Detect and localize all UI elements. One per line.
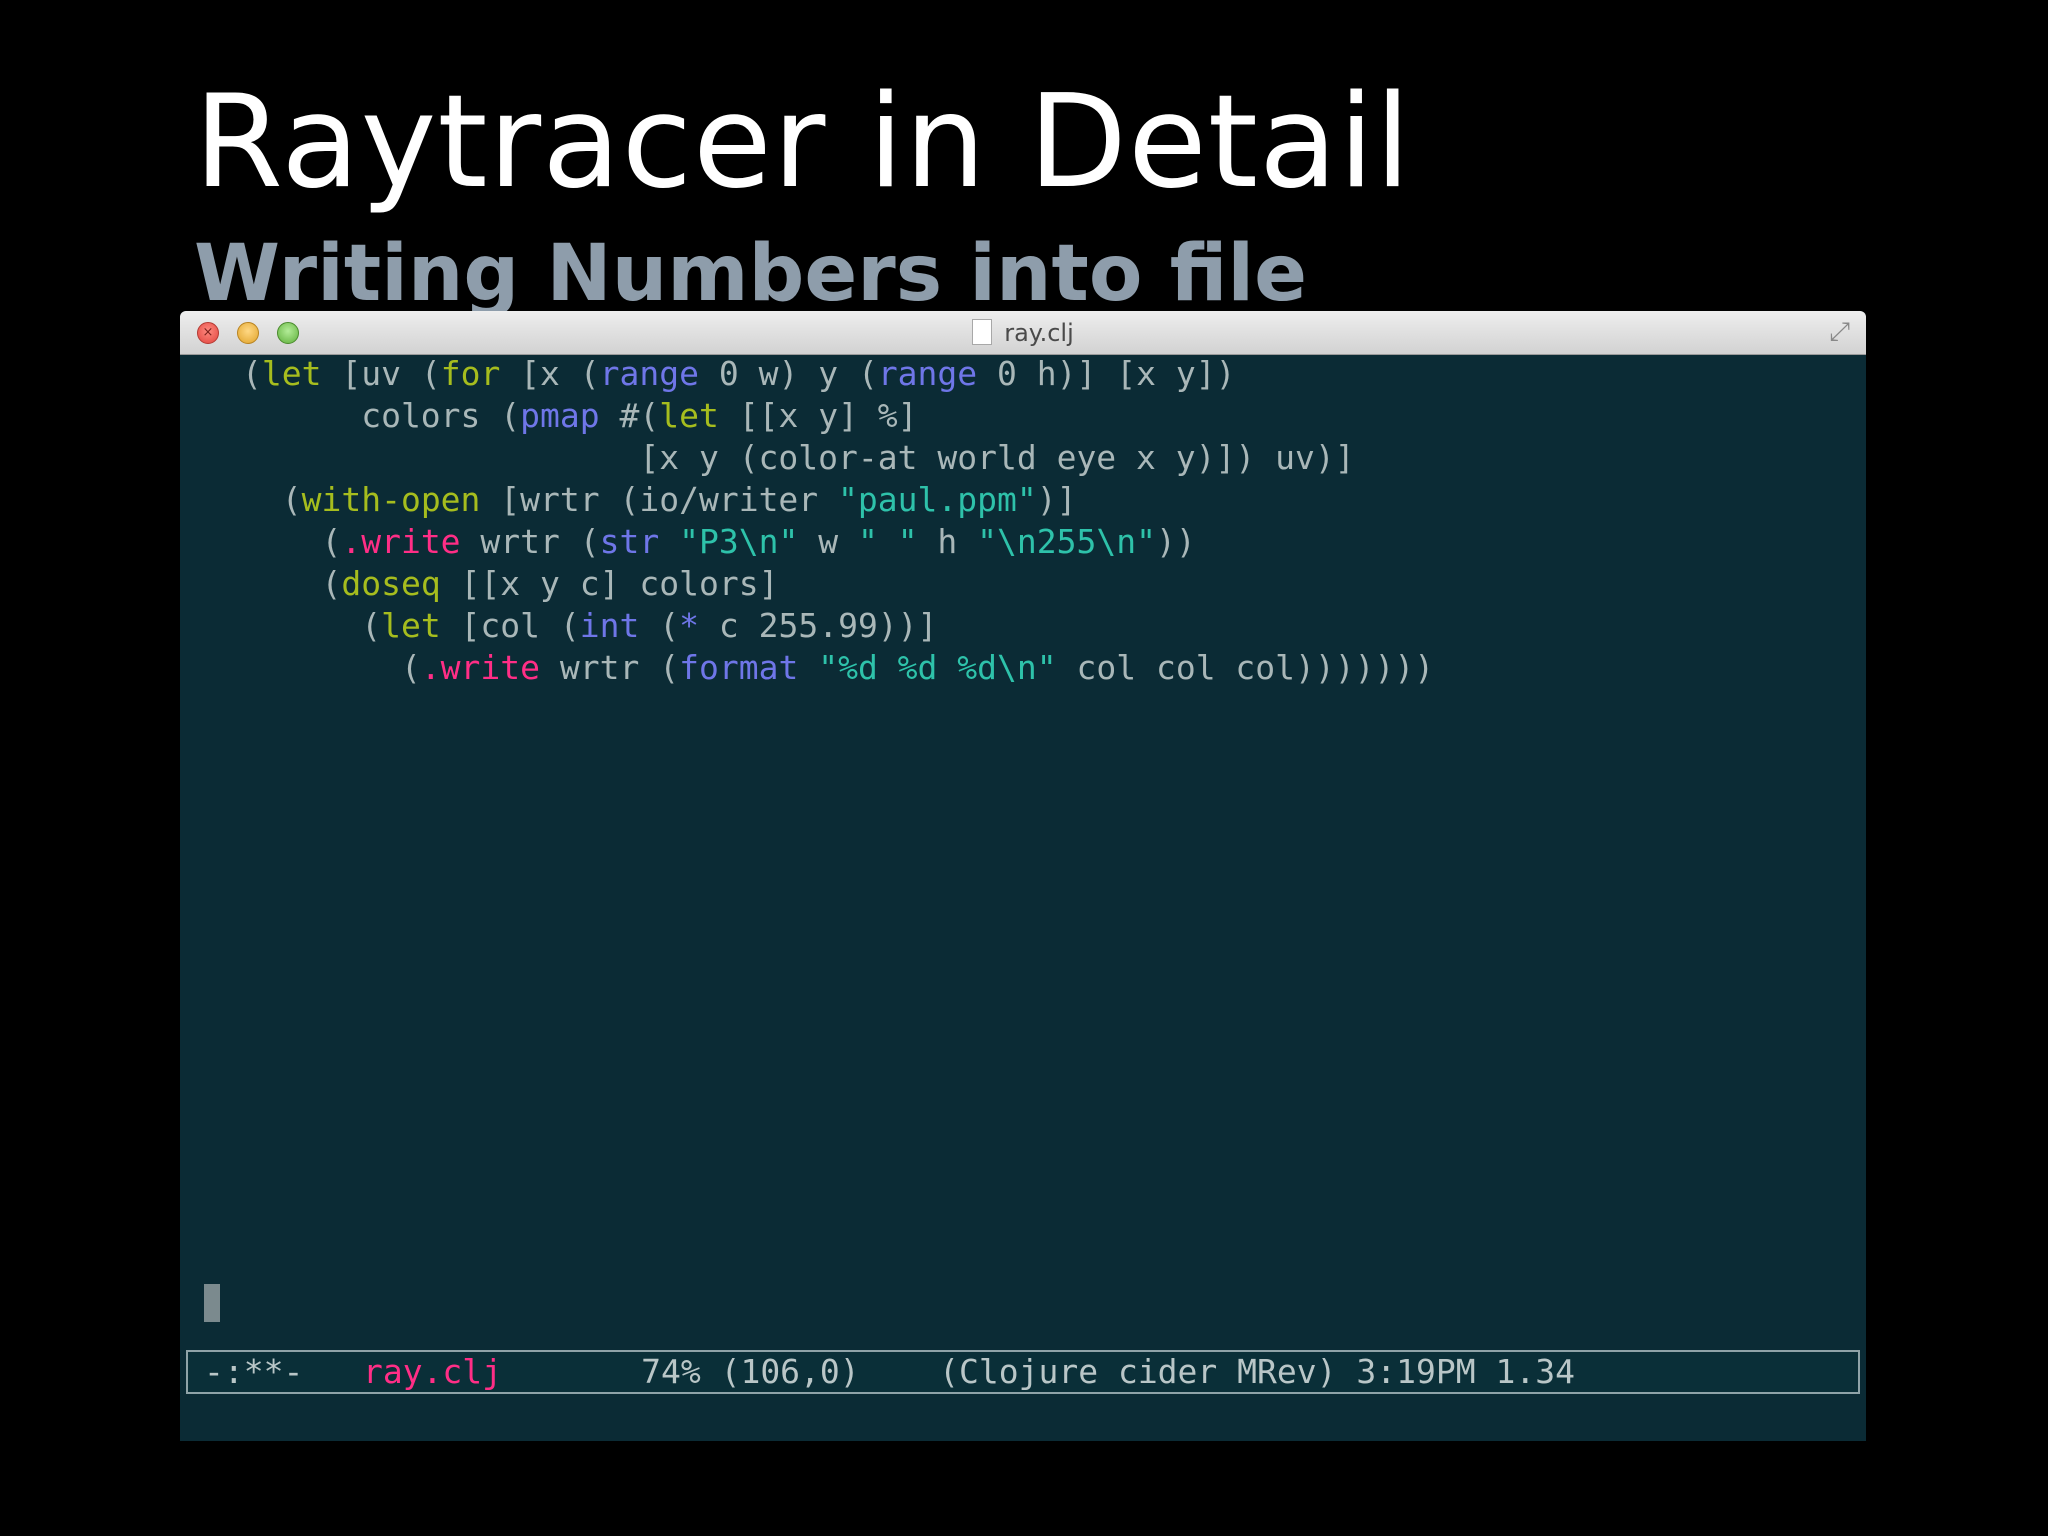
code-token: "%d %d %d\n" (818, 648, 1057, 687)
code-token: int (579, 606, 640, 645)
code-token: for (440, 354, 501, 393)
code-token: wrtr ( (540, 648, 680, 687)
code-token: "paul.ppm" (838, 480, 1037, 519)
editor-window: ray.clj × ⤢ (let [uv (for [x (range 0 w)… (180, 311, 1866, 1441)
code-token: 0 h)] [x y]) (977, 354, 1236, 393)
window-title-area: ray.clj (180, 311, 1866, 354)
code-token: wrtr ( (460, 522, 600, 561)
text-cursor (204, 1284, 220, 1322)
code-token: format (679, 648, 799, 687)
modeline-position: 74% (106,0) (641, 1352, 860, 1391)
code-token: "\n255\n" (977, 522, 1156, 561)
code-token: ( (242, 480, 302, 519)
code-token: [wrtr (io/writer (480, 480, 839, 519)
code-token: ( (242, 606, 382, 645)
code-token: .write (420, 648, 541, 687)
code-line[interactable]: (with-open [wrtr (io/writer "paul.ppm")] (242, 479, 1434, 521)
code-token: colors ( (242, 396, 521, 435)
modeline-status: -:**- (204, 1352, 304, 1391)
zoom-button[interactable] (277, 322, 299, 344)
code-token: " " (857, 522, 918, 561)
code-token: col col col))))))) (1056, 648, 1435, 687)
code-line[interactable]: (.write wrtr (str "P3\n" w " " h "\n255\… (242, 521, 1434, 563)
code-token: 0 w) y ( (699, 354, 878, 393)
code-line[interactable]: (doseq [[x y c] colors] (242, 563, 1434, 605)
code-token: str (599, 522, 660, 561)
document-icon (972, 318, 993, 345)
code-line[interactable]: (let [uv (for [x (range 0 w) y (range 0 … (242, 353, 1434, 395)
window-titlebar[interactable]: ray.clj × ⤢ (180, 311, 1866, 355)
code-token: let (261, 354, 322, 393)
code-token: [[x y c] colors] (440, 564, 779, 603)
code-token: let (659, 396, 719, 435)
code-token: [x y (color-at world eye x y)]) uv)] (242, 438, 1355, 477)
slide-title: Raytracer in Detail (194, 68, 1412, 217)
code-token: "P3\n" (679, 522, 799, 561)
code-token: [col ( (440, 606, 580, 645)
code-token: ( (639, 606, 680, 645)
code-token: )] (1036, 480, 1077, 519)
code-token: range (599, 354, 699, 393)
code-line[interactable]: [x y (color-at world eye x y)]) uv)] (242, 437, 1434, 479)
code-token: * (679, 606, 699, 645)
code-token: )) (1155, 522, 1196, 561)
code-token: pmap (520, 396, 600, 435)
code-line[interactable]: (.write wrtr (format "%d %d %d\n" col co… (242, 647, 1434, 689)
code-token: with-open (301, 480, 481, 519)
code-token: [uv ( (321, 354, 441, 393)
code-token: range (877, 354, 978, 393)
code-token: ( (242, 648, 421, 687)
code-token: w (798, 522, 858, 561)
code-editor[interactable]: (let [uv (for [x (range 0 w) y (range 0 … (242, 353, 1434, 689)
modeline-buffer-name[interactable]: ray.clj (363, 1352, 502, 1391)
mode-line: -:**- ray.clj 74% (106,0) (Clojure cider… (186, 1350, 1860, 1394)
slide-subtitle: Writing Numbers into file (194, 229, 1308, 312)
code-token: [[x y] %] (718, 396, 918, 435)
close-button[interactable]: × (197, 322, 219, 344)
code-token: [x ( (500, 354, 600, 393)
code-token: ( (242, 522, 342, 561)
code-token: ( (242, 354, 262, 393)
modeline-time: 3:19PM (1356, 1352, 1476, 1391)
code-token: doseq (341, 564, 441, 603)
minimize-button[interactable] (237, 322, 259, 344)
code-token: #( (599, 396, 660, 435)
code-line[interactable]: (let [col (int (* c 255.99))] (242, 605, 1434, 647)
code-token: ( (242, 564, 342, 603)
close-icon: × (202, 325, 214, 341)
code-token: h (917, 522, 978, 561)
code-line[interactable]: colors (pmap #(let [[x y] %] (242, 395, 1434, 437)
modeline-modes[interactable]: (Clojure cider MRev) (939, 1352, 1336, 1391)
modeline-load: 1.34 (1495, 1352, 1575, 1391)
expand-icon[interactable]: ⤢ (1829, 319, 1850, 345)
code-token: let (381, 606, 441, 645)
window-title: ray.clj (1004, 319, 1074, 347)
code-token: c 255.99))] (699, 606, 938, 645)
code-token: .write (341, 522, 461, 561)
